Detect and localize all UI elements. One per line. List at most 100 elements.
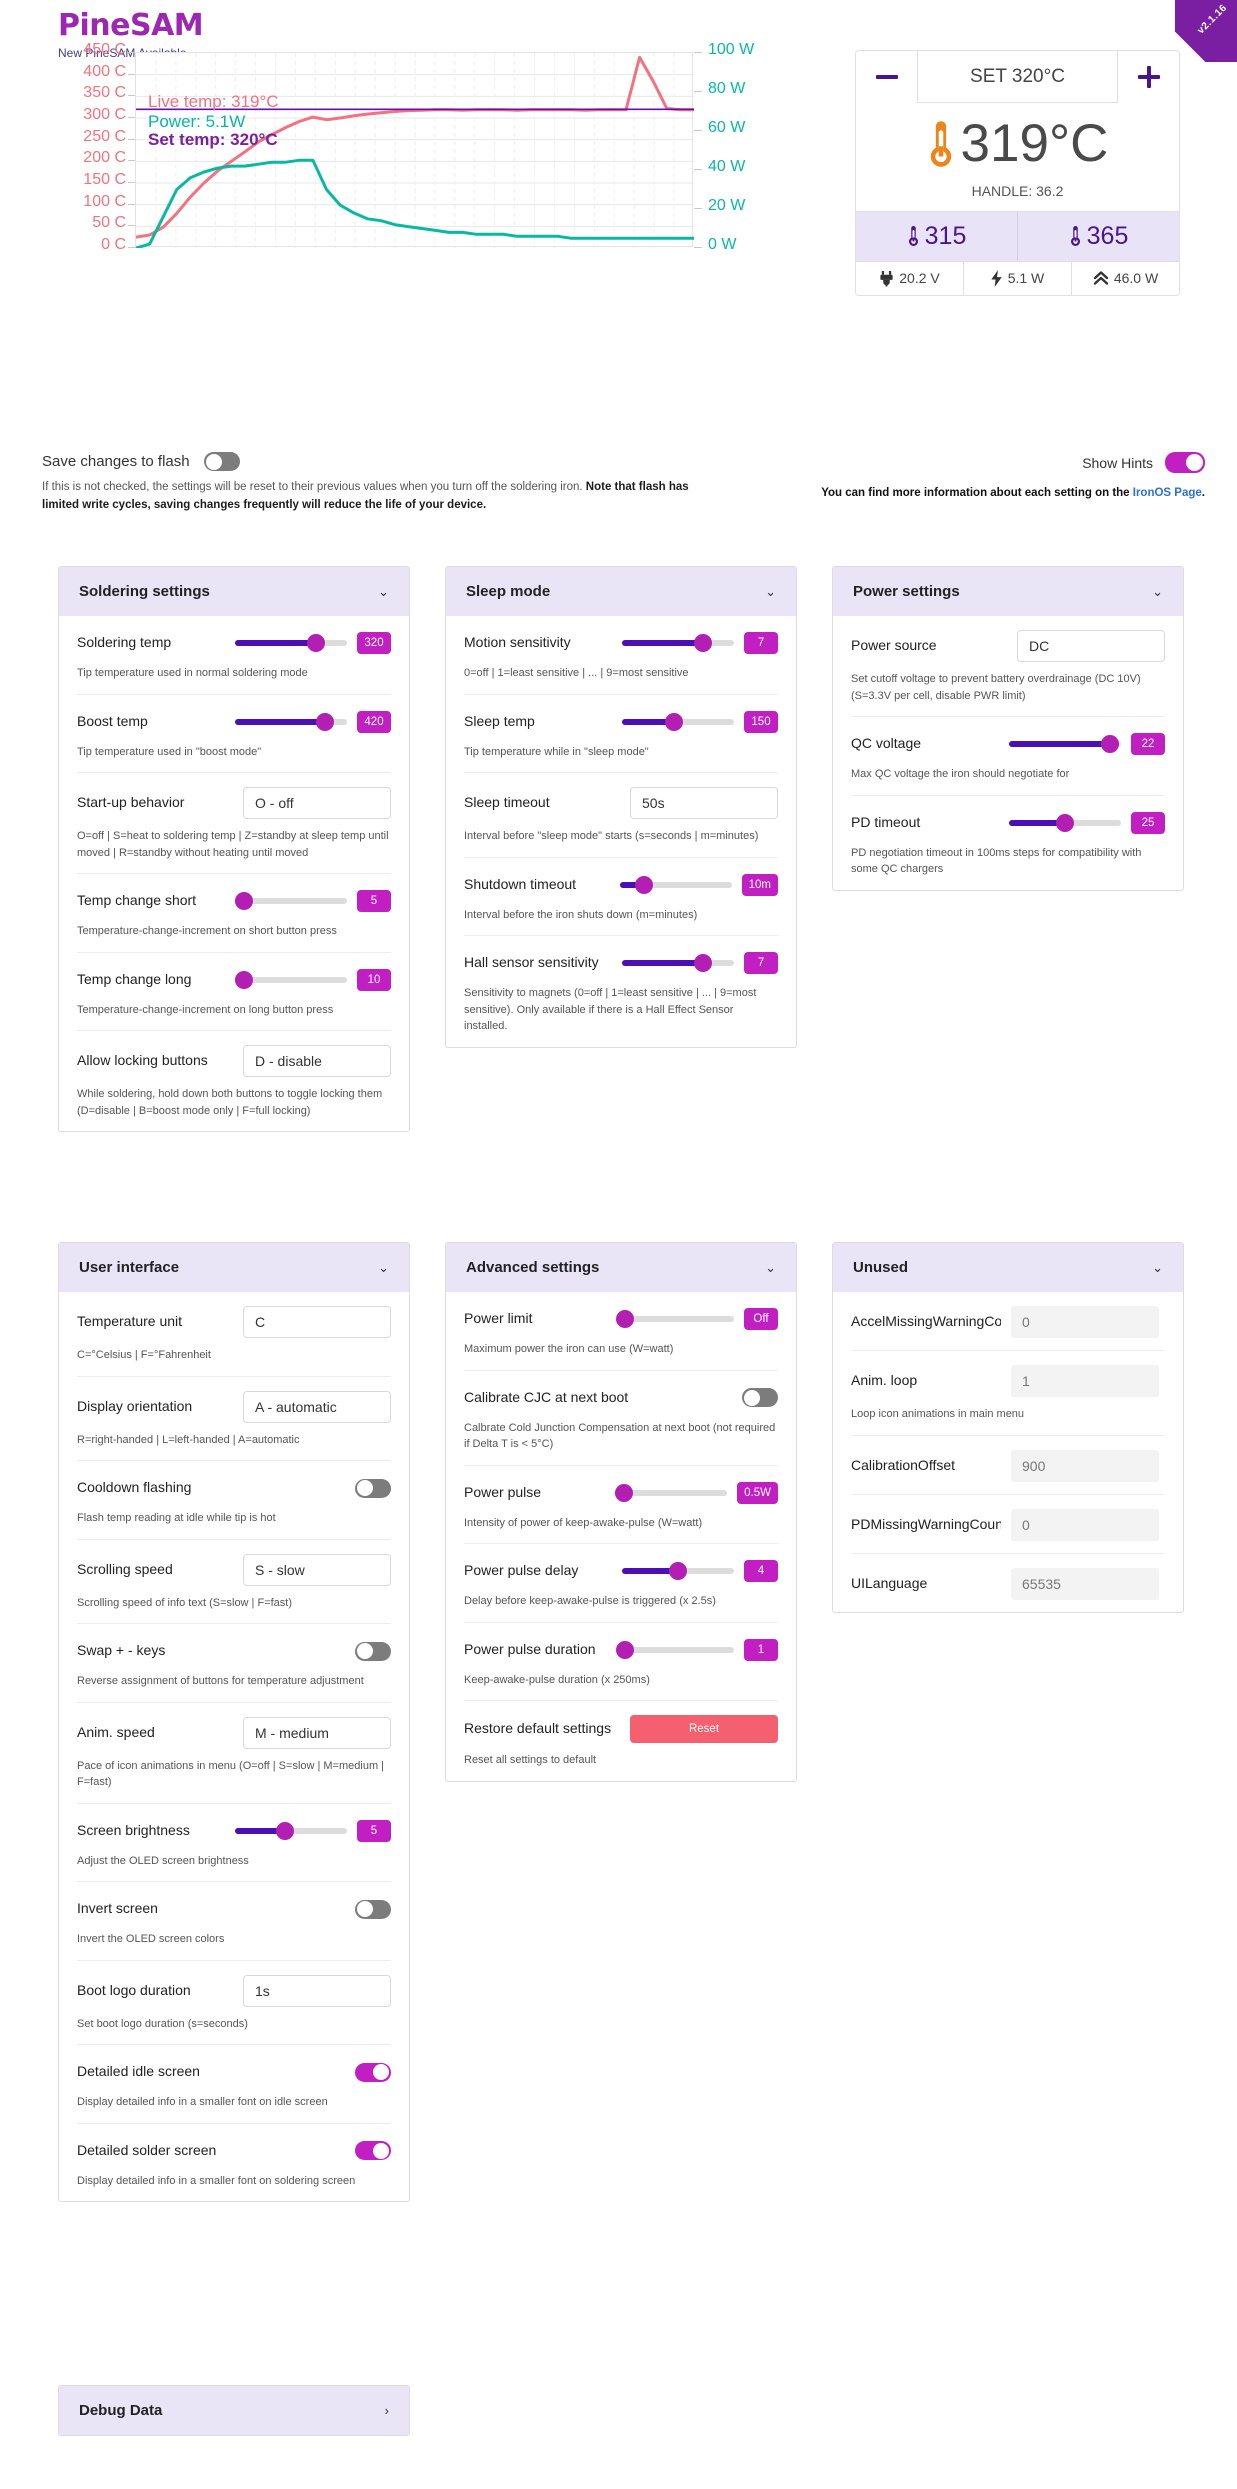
chart-right-tick: 100 W	[708, 41, 755, 58]
slider-knob[interactable]	[306, 634, 325, 652]
value-slider[interactable]	[616, 1640, 734, 1659]
slider-knob[interactable]	[615, 1483, 634, 1502]
setting-label: Motion sensitivity	[464, 634, 571, 651]
temp-preset-button[interactable]: 315	[856, 211, 1018, 261]
slider-knob[interactable]	[234, 892, 253, 910]
setting-label: CalibrationOffset	[851, 1456, 956, 1473]
setting-description: 0=off | 1=least sensitive | ... | 9=most…	[464, 667, 689, 679]
setting-description: Temperature-change-increment on long but…	[77, 1003, 334, 1016]
card-header-ui[interactable]: User interface ⌄	[59, 1243, 409, 1292]
temp-preset-row: 315 365	[856, 210, 1179, 261]
value-slider[interactable]	[619, 875, 732, 894]
value-slider[interactable]	[234, 970, 347, 989]
setting-label: Boot logo duration	[77, 1981, 191, 1998]
ironos-page-link[interactable]: IronOS Page	[1133, 487, 1202, 499]
setting-row: Scrolling speed S - slow Scrolling speed o…	[77, 1540, 391, 1624]
debug-data-header[interactable]: Debug Data ›	[59, 2386, 409, 2435]
value-slider[interactable]	[235, 634, 347, 652]
chart-left-tick: 350 C	[83, 84, 126, 102]
value-slider[interactable]	[235, 712, 347, 731]
slider-knob[interactable]	[693, 634, 712, 652]
slider-knob[interactable]	[635, 875, 654, 894]
slider-knob[interactable]	[693, 954, 712, 972]
card-soldering-settings: Soldering settings ⌄ Soldering temp 320 Tip …	[58, 566, 410, 1132]
increase-temp-button[interactable]	[1117, 51, 1179, 103]
value-slider[interactable]	[615, 1483, 728, 1502]
select-input[interactable]: C	[243, 1306, 391, 1338]
select-input[interactable]: M - medium	[243, 1716, 391, 1749]
toggle-knob	[373, 2064, 389, 2080]
setting-toggle[interactable]	[355, 1899, 391, 1919]
card-power-settings: Power settings ⌄ Power source DC Set cutoff …	[832, 566, 1184, 891]
setting-label: Detailed idle screen	[77, 2063, 200, 2080]
setting-toggle[interactable]	[355, 1478, 391, 1498]
card-header-sleep[interactable]: Sleep mode ⌄	[446, 567, 796, 616]
reset-button[interactable]: Reset	[630, 1715, 778, 1743]
plug-icon	[880, 270, 893, 286]
slider-value: 320	[357, 632, 391, 654]
value-slider[interactable]	[1009, 813, 1121, 832]
card-header-advanced[interactable]: Advanced settings ⌄	[446, 1243, 796, 1292]
setting-toggle[interactable]	[742, 1388, 778, 1407]
setting-row: Display orientation A - automatic R=right-…	[77, 1377, 391, 1461]
save-to-flash-toggle[interactable]	[203, 452, 240, 471]
value-slider[interactable]	[622, 954, 734, 972]
chart-left-tick: 100 C	[83, 192, 126, 210]
setting-label: Swap + - keys	[77, 1642, 166, 1659]
value-slider[interactable]	[622, 1562, 734, 1580]
select-input[interactable]: DC	[1017, 630, 1165, 662]
card-debug-data[interactable]: Debug Data ›	[58, 2385, 410, 2436]
temp-preset-button[interactable]: 365	[1018, 212, 1179, 261]
setting-label: Invert screen	[77, 1900, 158, 1917]
select-input[interactable]: S - slow	[243, 1553, 391, 1586]
setting-description: Maximum power the iron can use (W=watt)	[464, 1343, 674, 1355]
setting-label: Restore default settings	[464, 1720, 612, 1737]
setting-label: UILanguage	[851, 1574, 928, 1591]
thermometer-icon	[930, 120, 951, 167]
card-header-unused[interactable]: Unused ⌄	[833, 1243, 1183, 1292]
setting-row: Power source DC Set cutoff voltage to prev…	[851, 616, 1165, 717]
value-slider[interactable]	[234, 892, 347, 910]
text-input[interactable]: 50s	[630, 787, 778, 819]
show-hints-toggle[interactable]	[1165, 452, 1205, 473]
value-slider[interactable]	[622, 712, 734, 731]
setting-description: PD negotiation timeout in 100ms steps fo…	[851, 846, 1142, 876]
setting-label: Power pulse delay	[464, 1562, 579, 1579]
slider-knob[interactable]	[234, 970, 253, 989]
slider-knob[interactable]	[1100, 735, 1119, 753]
debug-data-title: Debug Data	[79, 2402, 163, 2419]
setting-description: Keep-awake-pulse duration (x 250ms)	[464, 1673, 650, 1686]
decrease-temp-button[interactable]	[856, 51, 918, 103]
value-slider[interactable]	[1009, 735, 1121, 753]
slider-knob[interactable]	[669, 1562, 687, 1580]
thermometer-small-icon	[1070, 226, 1080, 246]
setting-toggle[interactable]	[355, 2141, 391, 2160]
slider-knob[interactable]	[276, 1821, 295, 1840]
slider-knob[interactable]	[664, 712, 683, 731]
slider-value: 420	[357, 710, 391, 733]
slider-knob[interactable]	[616, 1640, 635, 1659]
slider-knob[interactable]	[616, 1310, 635, 1328]
value-slider[interactable]	[616, 1310, 734, 1328]
value-slider[interactable]	[235, 1821, 347, 1840]
setting-label: Shutdown timeout	[464, 875, 577, 892]
chart-left-tick: 0 C	[101, 236, 126, 253]
setting-label: Sleep temp	[464, 712, 535, 729]
card-header-power[interactable]: Power settings ⌄	[833, 567, 1183, 616]
select-input[interactable]: A - automatic	[243, 1390, 391, 1423]
setting-toggle[interactable]	[355, 1641, 391, 1661]
select-input[interactable]: D - disable	[243, 1045, 391, 1077]
setting-row-control: Start-up behavior O - off	[77, 787, 391, 819]
setting-row: Anim. speed M - medium Pace of icon animat…	[77, 1703, 391, 1804]
card-header-soldering[interactable]: Soldering settings ⌄	[59, 567, 409, 616]
value-slider[interactable]	[622, 634, 734, 652]
setting-toggle[interactable]	[355, 2062, 391, 2082]
setting-row-control: QC voltage 22	[851, 731, 1165, 757]
slider-knob[interactable]	[1056, 813, 1074, 832]
select-input[interactable]: O - off	[243, 787, 391, 819]
text-input[interactable]: 1s	[243, 1974, 391, 2007]
slider-knob[interactable]	[315, 712, 334, 731]
setting-label: QC voltage	[851, 735, 922, 752]
setting-row-control: Boot logo duration 1s	[77, 1974, 391, 2007]
app-logo: PineSAM	[58, 8, 204, 43]
